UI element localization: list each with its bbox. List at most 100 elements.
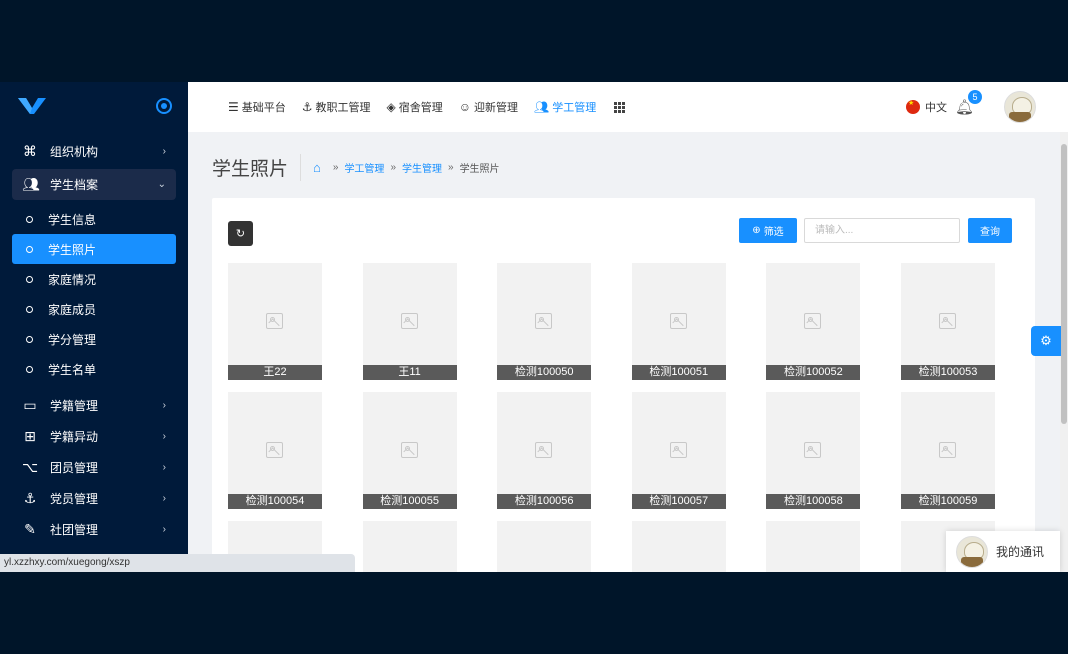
breadcrumb-separator: » [390, 162, 396, 173]
sidebar-subitem-label: 学生信息 [48, 212, 97, 227]
photo-grid: 王22 王11 检测100050 检测100051 检测100052 检测100… [228, 263, 995, 572]
breadcrumb: ⌂ » 学工管理 » 学生管理 » 学生照片 [313, 160, 500, 175]
photo-caption: 检测100057 [631, 494, 726, 509]
sidebar-item-label: 社团管理 [50, 523, 99, 537]
sidebar-subitem-student-info[interactable]: 学生信息 [12, 204, 176, 234]
nav-staff[interactable]: ⚓︎ 教职工管理 [302, 99, 371, 115]
apps-grid-icon[interactable] [614, 101, 626, 113]
image-placeholder-icon [938, 313, 956, 329]
chevron-right-icon: › [162, 493, 166, 504]
sidebar-subitem-label: 学生名单 [48, 362, 97, 377]
photo-caption: 检测100056 [497, 494, 592, 509]
collapse-toggle-icon[interactable] [156, 98, 172, 114]
chevron-right-icon: › [162, 146, 166, 157]
sidebar: ⌘ 组织机构 › 👥︎ 学生档案 ⌄ 学生信息 学生照片 家庭情况 家庭成员 学… [0, 82, 188, 572]
chat-label: 我的通讯 [996, 545, 1045, 559]
image-placeholder-icon [804, 442, 822, 458]
notification-bell-icon[interactable]: 🔔︎ 5 [955, 90, 982, 116]
photo-tile[interactable]: 检测100050 [497, 263, 592, 380]
query-button[interactable]: 查询 [968, 218, 1012, 243]
filter-button[interactable]: ⊕ 筛选 [739, 218, 797, 243]
sidebar-item-label: 学生档案 [50, 178, 99, 192]
sidebar-subitem-student-list[interactable]: 学生名单 [12, 354, 176, 384]
breadcrumb-link[interactable]: 学工管理 [344, 160, 384, 175]
photo-tile[interactable]: 检测100054 [228, 392, 322, 509]
sidebar-subitem-credits[interactable]: 学分管理 [12, 324, 176, 354]
layers-icon: ◈ [386, 100, 396, 114]
nav-basic-platform[interactable]: ☰ 基础平台 [228, 99, 286, 115]
photo-tile[interactable]: 检测100059 [900, 392, 995, 509]
sidebar-item-party-members[interactable]: ⚓︎ 党员管理 › [12, 483, 176, 514]
sidebar-item-league-members[interactable]: ⌥ 团员管理 › [12, 452, 176, 483]
photo-tile[interactable]: 王11 [362, 263, 457, 380]
photo-tile[interactable] [497, 521, 592, 572]
photo-tile[interactable] [362, 521, 457, 572]
image-placeholder-icon [938, 442, 956, 458]
nav-student-affairs[interactable]: 👥︎ 学工管理 [534, 99, 596, 115]
sidebar-item-clubs[interactable]: ✎ 社团管理 › [12, 514, 176, 545]
photo-tile[interactable]: 检测100053 [900, 263, 995, 380]
photo-tile[interactable] [631, 521, 726, 572]
filter-button-label: 筛选 [763, 227, 784, 238]
sidebar-subitem-student-photos[interactable]: 学生照片 [12, 234, 176, 264]
sidebar-subitem-family-situation[interactable]: 家庭情况 [12, 264, 176, 294]
image-placeholder-icon [266, 442, 283, 458]
photo-caption: 检测100054 [228, 494, 322, 509]
photo-tile[interactable]: 检测100057 [631, 392, 726, 509]
photo-tile[interactable]: 检测100058 [766, 392, 861, 509]
sidebar-subitem-label: 家庭成员 [48, 302, 97, 317]
image-placeholder-icon [669, 313, 687, 329]
logo [18, 98, 46, 114]
nav-dormitory[interactable]: ◈ 宿舍管理 [387, 99, 443, 115]
photo-caption: 王22 [228, 365, 322, 380]
chat-avatar [956, 535, 988, 568]
anchor-icon: ⚓︎ [301, 100, 313, 114]
nav-orientation[interactable]: ☺ 迎新管理 [459, 99, 518, 115]
image-placeholder-icon [535, 313, 553, 329]
page-scrollbar[interactable] [1060, 132, 1068, 572]
nav-label: 学工管理 [552, 102, 597, 114]
photo-tile[interactable]: 检测100051 [631, 263, 726, 380]
sidebar-item-enrollment[interactable]: ▭ 学籍管理 › [12, 390, 176, 421]
chat-widget[interactable]: 我的通讯 [946, 531, 1060, 572]
card-icon: ▭ [23, 397, 37, 413]
notification-badge: 5 [968, 90, 982, 104]
feather-icon: ✎ [24, 521, 36, 537]
users-icon: 👥︎ [534, 100, 550, 114]
image-placeholder-icon [266, 313, 283, 329]
language-switch[interactable]: 中文 [925, 99, 947, 115]
photo-tile[interactable]: 王22 [228, 263, 322, 380]
user-avatar[interactable] [1004, 91, 1036, 123]
photo-caption: 检测100052 [766, 365, 861, 380]
photo-tile[interactable]: 检测100056 [497, 392, 592, 509]
sidebar-subitem-family-members[interactable]: 家庭成员 [12, 294, 176, 324]
settings-drawer-button[interactable]: ⚙ [1031, 326, 1061, 356]
photo-tile[interactable]: 检测100052 [766, 263, 861, 380]
photo-caption: 检测100055 [362, 494, 457, 509]
git-icon: ⌥ [22, 459, 39, 475]
search-icon: ⊕ [752, 225, 761, 236]
search-input[interactable] [804, 218, 960, 243]
photo-tile[interactable] [766, 521, 861, 572]
nav-label: 基础平台 [241, 102, 286, 114]
refresh-button[interactable]: ↻ [228, 221, 253, 246]
sidebar-item-organization[interactable]: ⌘ 组织机构 › [12, 136, 176, 167]
chevron-right-icon: › [162, 524, 166, 535]
breadcrumb-link[interactable]: 学生管理 [402, 160, 442, 175]
image-placeholder-icon [669, 442, 687, 458]
photo-tile[interactable]: 检测100055 [362, 392, 457, 509]
breadcrumb-current: 学生照片 [459, 164, 500, 175]
refresh-icon: ↻ [235, 228, 246, 240]
sidebar-item-student-records[interactable]: 👥︎ 学生档案 ⌄ [12, 169, 176, 200]
photo-caption: 检测100050 [497, 365, 592, 380]
sidebar-item-enrollment-change[interactable]: ⊞ 学籍异动 › [12, 421, 176, 452]
sidebar-item-label: 组织机构 [50, 145, 99, 159]
circle-icon [26, 245, 33, 253]
breadcrumb-separator: » [332, 162, 339, 173]
top-header: ☰ 基础平台 ⚓︎ 教职工管理 ◈ 宿舍管理 ☺ 迎新管理 👥︎ 学工管理 ★ … [188, 82, 1068, 132]
image-placeholder-icon [535, 442, 553, 458]
photo-caption: 王11 [362, 365, 457, 380]
chevron-right-icon: › [162, 400, 166, 411]
home-icon[interactable]: ⌂ [313, 160, 321, 175]
circle-icon [26, 365, 33, 373]
